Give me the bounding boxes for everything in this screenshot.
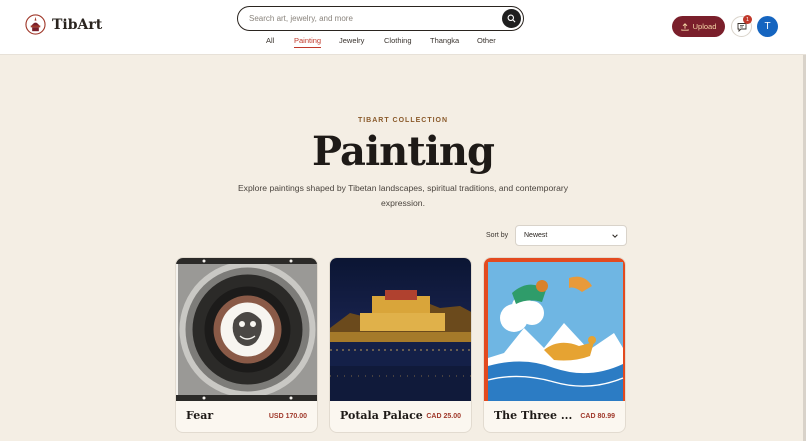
product-card[interactable]: Potala Palace CAD 25.00 xyxy=(329,257,472,433)
product-title: Potala Palace xyxy=(340,409,423,422)
nav-item-jewelry[interactable]: Jewelry xyxy=(339,36,364,45)
search-icon xyxy=(507,14,516,23)
nav-item-painting[interactable]: Painting xyxy=(294,36,322,48)
upload-label: Upload xyxy=(692,22,717,31)
product-price: CAD 80.99 xyxy=(580,413,615,420)
product-image-the-three[interactable] xyxy=(484,258,626,401)
search-bar[interactable]: Search art, jewelry, and more xyxy=(237,6,524,31)
notification-badge: 1 xyxy=(743,15,752,24)
product-image-fear[interactable] xyxy=(176,258,318,401)
chevron-down-icon xyxy=(612,234,618,238)
product-title: The Three ... xyxy=(494,409,573,422)
nav-item-thangka[interactable]: Thangka xyxy=(430,36,459,45)
stupa-logo-icon xyxy=(25,14,46,35)
product-price: USD 170.00 xyxy=(268,413,307,420)
upload-button[interactable]: Upload xyxy=(672,16,725,37)
product-card[interactable]: Fear USD 170.00 xyxy=(175,257,318,433)
brand-name: TibArt xyxy=(52,16,103,33)
section-eyebrow: TIBART COLLECTION xyxy=(357,117,449,124)
upload-icon xyxy=(680,22,689,31)
brand-logo[interactable]: TibArt xyxy=(25,14,102,35)
product-image-potala-palace[interactable] xyxy=(330,258,472,401)
nav-item-clothing[interactable]: Clothing xyxy=(384,36,412,45)
user-avatar[interactable]: T xyxy=(757,16,778,37)
page-subtitle: Explore paintings shaped by Tibetan land… xyxy=(237,183,569,208)
nav-item-all[interactable]: All xyxy=(266,36,274,45)
product-price: CAD 25.00 xyxy=(426,413,461,420)
page-title: Painting xyxy=(312,128,495,175)
sort-value: Newest xyxy=(524,232,548,239)
sort-dropdown[interactable]: Newest xyxy=(515,225,627,246)
category-nav: All Painting Jewelry Clothing Thangka Ot… xyxy=(0,36,806,50)
product-card[interactable]: The Three ... CAD 80.99 xyxy=(483,257,626,433)
search-button[interactable] xyxy=(502,9,521,28)
top-header: TibArt Search art, jewelry, and more All… xyxy=(0,0,806,55)
sort-label: Sort by xyxy=(486,232,509,239)
product-title: Fear xyxy=(186,409,214,422)
nav-item-other[interactable]: Other xyxy=(477,36,496,45)
search-input[interactable]: Search art, jewelry, and more xyxy=(249,14,353,23)
